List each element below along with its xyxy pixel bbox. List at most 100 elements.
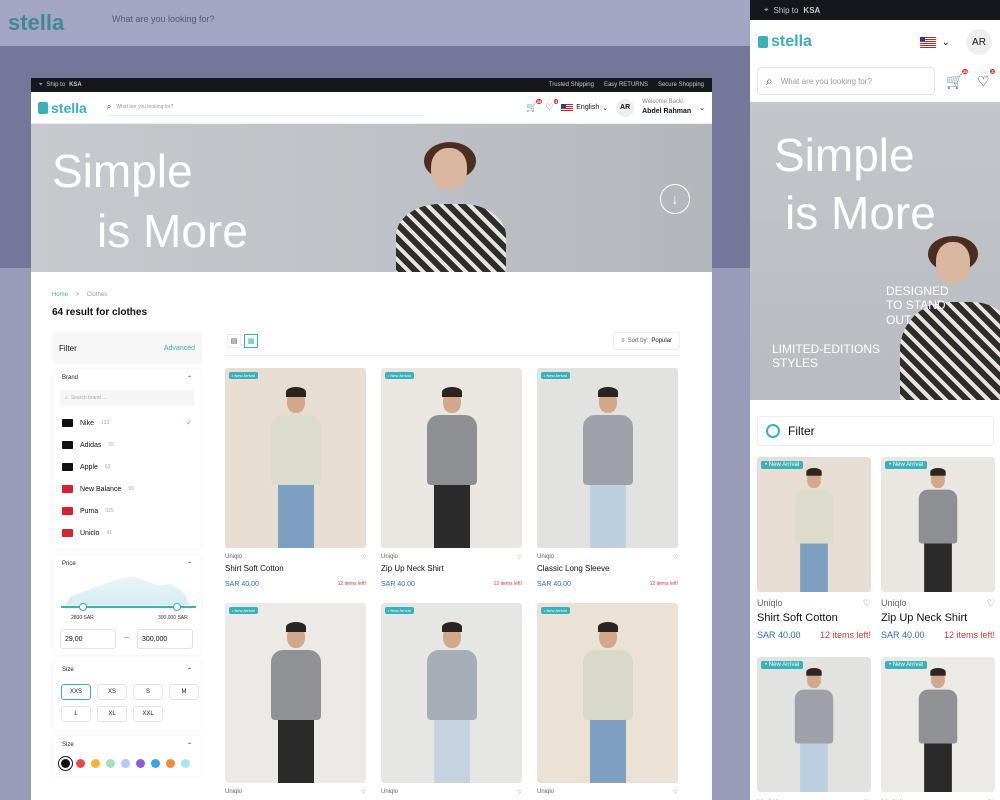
product-brand: Uniqlo bbox=[537, 789, 555, 795]
color-swatch[interactable] bbox=[76, 759, 85, 768]
brand-logo-icon bbox=[62, 441, 73, 449]
product-image[interactable]: • New Arrival bbox=[381, 603, 522, 783]
product-card[interactable]: • New Arrival Uniqlo ♡ bbox=[537, 603, 678, 796]
product-card[interactable]: • New Arrival Uniqlo ♡ Shirt Soft Cotton SAR… bbox=[225, 368, 366, 588]
product-name[interactable]: Shirt Soft Cotton bbox=[225, 564, 366, 573]
brand-option[interactable]: Nike 123 ✓ bbox=[53, 412, 201, 434]
size-option[interactable]: L bbox=[61, 706, 91, 722]
color-swatch[interactable] bbox=[121, 759, 130, 768]
color-swatch[interactable] bbox=[106, 759, 115, 768]
color-swatch[interactable] bbox=[166, 759, 175, 768]
cart-count: 20 bbox=[535, 99, 543, 104]
heart-icon[interactable]: ♡ bbox=[863, 598, 871, 609]
brand-option[interactable]: Uniclo 41 bbox=[53, 522, 201, 544]
product-name[interactable]: Zip Up Neck Shirt bbox=[381, 564, 522, 573]
mobile-cart-button[interactable]: 🛒 20 bbox=[946, 69, 969, 90]
breadcrumb-home[interactable]: Home bbox=[52, 292, 68, 298]
mobile-wishlist-button[interactable]: ♡ 3 bbox=[977, 69, 995, 90]
size-option[interactable]: XL bbox=[97, 706, 127, 722]
product-name[interactable]: Zip Up Neck Shirt bbox=[881, 612, 995, 624]
size-option[interactable]: XXL bbox=[133, 706, 163, 722]
brand-search-input[interactable]: ⌕ Search brand ... bbox=[60, 390, 194, 406]
color-swatch[interactable] bbox=[136, 759, 145, 768]
max-price-input[interactable]: 300,000 bbox=[137, 629, 193, 649]
sort-dropdown[interactable]: ≡ Sort by: Popular bbox=[613, 332, 680, 350]
price-slider[interactable] bbox=[61, 603, 196, 611]
product-card[interactable]: • New Arrival Uniqlo ♡ bbox=[225, 603, 366, 796]
us-flag-icon[interactable] bbox=[919, 36, 936, 48]
collapse-icon[interactable]: ⌃ bbox=[187, 375, 192, 382]
heart-icon[interactable]: ♡ bbox=[673, 554, 678, 561]
list-view-icon[interactable]: ▤ bbox=[227, 334, 241, 348]
brand-option[interactable]: Apple 63 bbox=[53, 456, 201, 478]
user-chevron-icon[interactable]: ⌄ bbox=[699, 104, 705, 112]
product-image[interactable]: • New Arrival bbox=[225, 603, 366, 783]
product-price-row: SAR 40.00 12 items left! bbox=[537, 581, 678, 588]
size-option[interactable]: M bbox=[169, 684, 199, 700]
brand-option[interactable]: Adidas 55 bbox=[53, 434, 201, 456]
color-swatch[interactable] bbox=[151, 759, 160, 768]
size-option[interactable]: XXS bbox=[61, 684, 91, 700]
color-swatch[interactable] bbox=[91, 759, 100, 768]
mobile-product-card[interactable]: • New ArrivalUniqlo♡ bbox=[881, 657, 995, 800]
user-menu[interactable]: Welcome Back! Abdel Rahman bbox=[642, 99, 691, 116]
brand-option[interactable]: New Balance 99 bbox=[53, 478, 201, 500]
size-option[interactable]: S bbox=[133, 684, 163, 700]
product-image[interactable]: • New Arrival bbox=[381, 368, 522, 548]
product-card[interactable]: • New Arrival Uniqlo ♡ Classic Long Sleeve S… bbox=[537, 368, 678, 588]
hero-banner: Simple is More ↓ bbox=[31, 124, 712, 272]
product-image[interactable]: • New Arrival bbox=[537, 368, 678, 548]
mobile-search-input[interactable]: ⌕ What are you looking for? bbox=[757, 67, 935, 95]
advanced-filter-link[interactable]: Advanced bbox=[164, 345, 195, 352]
max-price-handle[interactable] bbox=[173, 603, 181, 611]
product-image[interactable]: • New Arrival bbox=[757, 657, 871, 792]
chevron-down-icon: ⌄ bbox=[602, 104, 609, 112]
heart-icon[interactable]: ♡ bbox=[673, 789, 678, 796]
product-card[interactable]: • New Arrival Uniqlo ♡ bbox=[381, 603, 522, 796]
mobile-product-card[interactable]: • New Arrival Uniqlo ♡ Shirt Soft Cotton SAR… bbox=[757, 457, 871, 640]
mobile-avatar[interactable]: AR bbox=[966, 29, 992, 55]
product-image[interactable]: • New Arrival bbox=[537, 603, 678, 783]
product-brand: Uniqlo bbox=[381, 789, 399, 795]
product-name[interactable]: Classic Long Sleeve bbox=[537, 564, 678, 573]
avatar[interactable]: AR bbox=[616, 98, 635, 117]
background-header: stella What are you looking for? bbox=[0, 0, 750, 46]
collapse-icon[interactable]: ⌃ bbox=[187, 667, 192, 674]
heart-icon[interactable]: ♡ bbox=[987, 598, 995, 609]
heart-icon[interactable]: ♡ bbox=[517, 554, 522, 561]
heart-icon[interactable]: ♡ bbox=[361, 789, 366, 796]
brand-name: Adidas bbox=[80, 441, 102, 449]
chevron-down-icon[interactable]: ⌄ bbox=[942, 37, 950, 48]
product-image[interactable]: • New Arrival bbox=[881, 657, 995, 792]
product-image[interactable]: • New Arrival bbox=[881, 457, 995, 592]
heart-icon[interactable]: ♡ bbox=[361, 554, 366, 561]
brand-count: 41 bbox=[106, 530, 113, 536]
color-swatch[interactable] bbox=[181, 759, 190, 768]
mobile-product-card[interactable]: • New Arrival Uniqlo ♡ Zip Up Neck Shirt SAR… bbox=[881, 457, 995, 640]
size-option[interactable]: XS bbox=[97, 684, 127, 700]
collapse-icon[interactable]: ⌃ bbox=[187, 561, 192, 568]
mobile-cart-count: 20 bbox=[961, 69, 969, 74]
product-card[interactable]: • New Arrival Uniqlo ♡ Zip Up Neck Shirt SAR… bbox=[381, 368, 522, 588]
mobile-ship-country[interactable]: KSA bbox=[803, 6, 820, 15]
language-select[interactable]: English ⌄ bbox=[561, 103, 609, 112]
min-price-input[interactable]: 29,00 bbox=[60, 629, 116, 649]
cart-button[interactable]: 🛒 20 bbox=[526, 99, 543, 112]
heart-icon[interactable]: ♡ bbox=[517, 789, 522, 796]
product-image[interactable]: • New Arrival bbox=[225, 368, 366, 548]
color-swatch[interactable] bbox=[61, 759, 70, 768]
min-price-handle[interactable] bbox=[79, 603, 87, 611]
scroll-down-arrow-icon[interactable]: ↓ bbox=[660, 184, 690, 214]
grid-view-icon[interactable]: ▦ bbox=[244, 334, 258, 348]
collapse-icon[interactable]: ⌃ bbox=[187, 742, 192, 749]
mobile-product-card[interactable]: • New ArrivalUniqlo♡Classic Long SleeveS… bbox=[757, 657, 871, 800]
wishlist-button[interactable]: ♡ 3 bbox=[545, 99, 559, 112]
product-image[interactable]: • New Arrival bbox=[757, 457, 871, 592]
search-input[interactable]: ⌕ What are you looking for? bbox=[106, 100, 425, 116]
brand-option[interactable]: Puma 325 bbox=[53, 500, 201, 522]
mobile-filter-button[interactable]: Filter bbox=[757, 416, 994, 446]
logo[interactable]: stella bbox=[38, 100, 87, 116]
product-name[interactable]: Shirt Soft Cotton bbox=[757, 612, 871, 624]
mobile-logo[interactable]: stella bbox=[758, 33, 812, 51]
ship-to-country[interactable]: KSA bbox=[69, 82, 82, 88]
